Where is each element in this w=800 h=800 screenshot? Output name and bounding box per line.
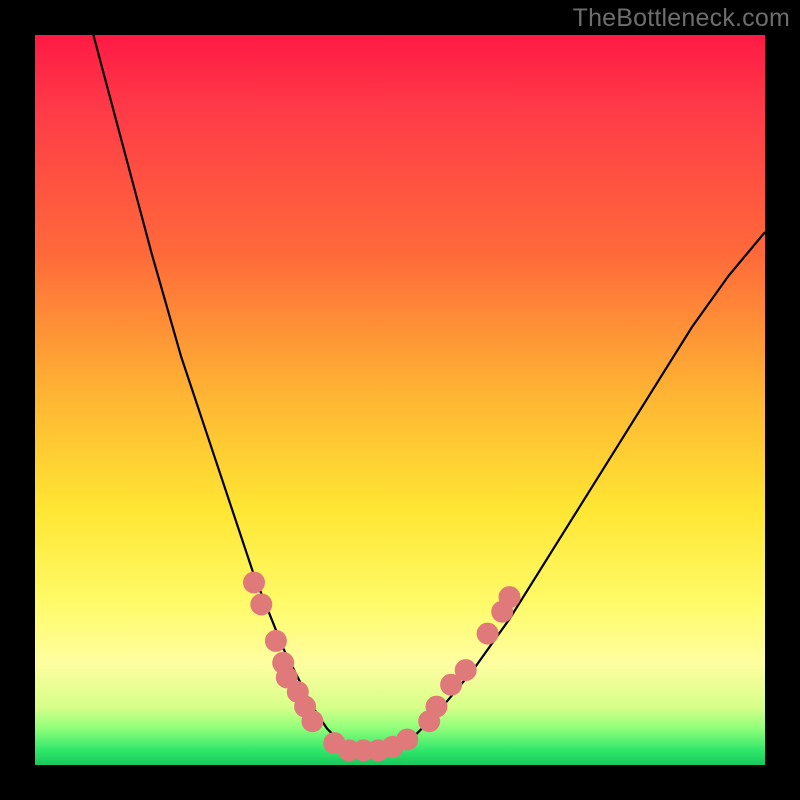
watermark-text: TheBottleneck.com	[573, 4, 790, 33]
curve-svg	[35, 35, 765, 765]
curve-markers	[243, 572, 521, 762]
marker-left	[301, 710, 323, 732]
marker-left	[250, 593, 272, 615]
bottleneck-curve	[93, 35, 765, 750]
marker-left	[265, 630, 287, 652]
marker-left	[243, 572, 265, 594]
plot-area	[35, 35, 765, 765]
marker-right	[455, 659, 477, 681]
marker-right	[477, 623, 499, 645]
chart-frame: TheBottleneck.com	[0, 0, 800, 800]
marker-right	[499, 586, 521, 608]
bottleneck-curve-path	[93, 35, 765, 750]
marker-bottom	[396, 729, 418, 751]
marker-right	[426, 696, 448, 718]
